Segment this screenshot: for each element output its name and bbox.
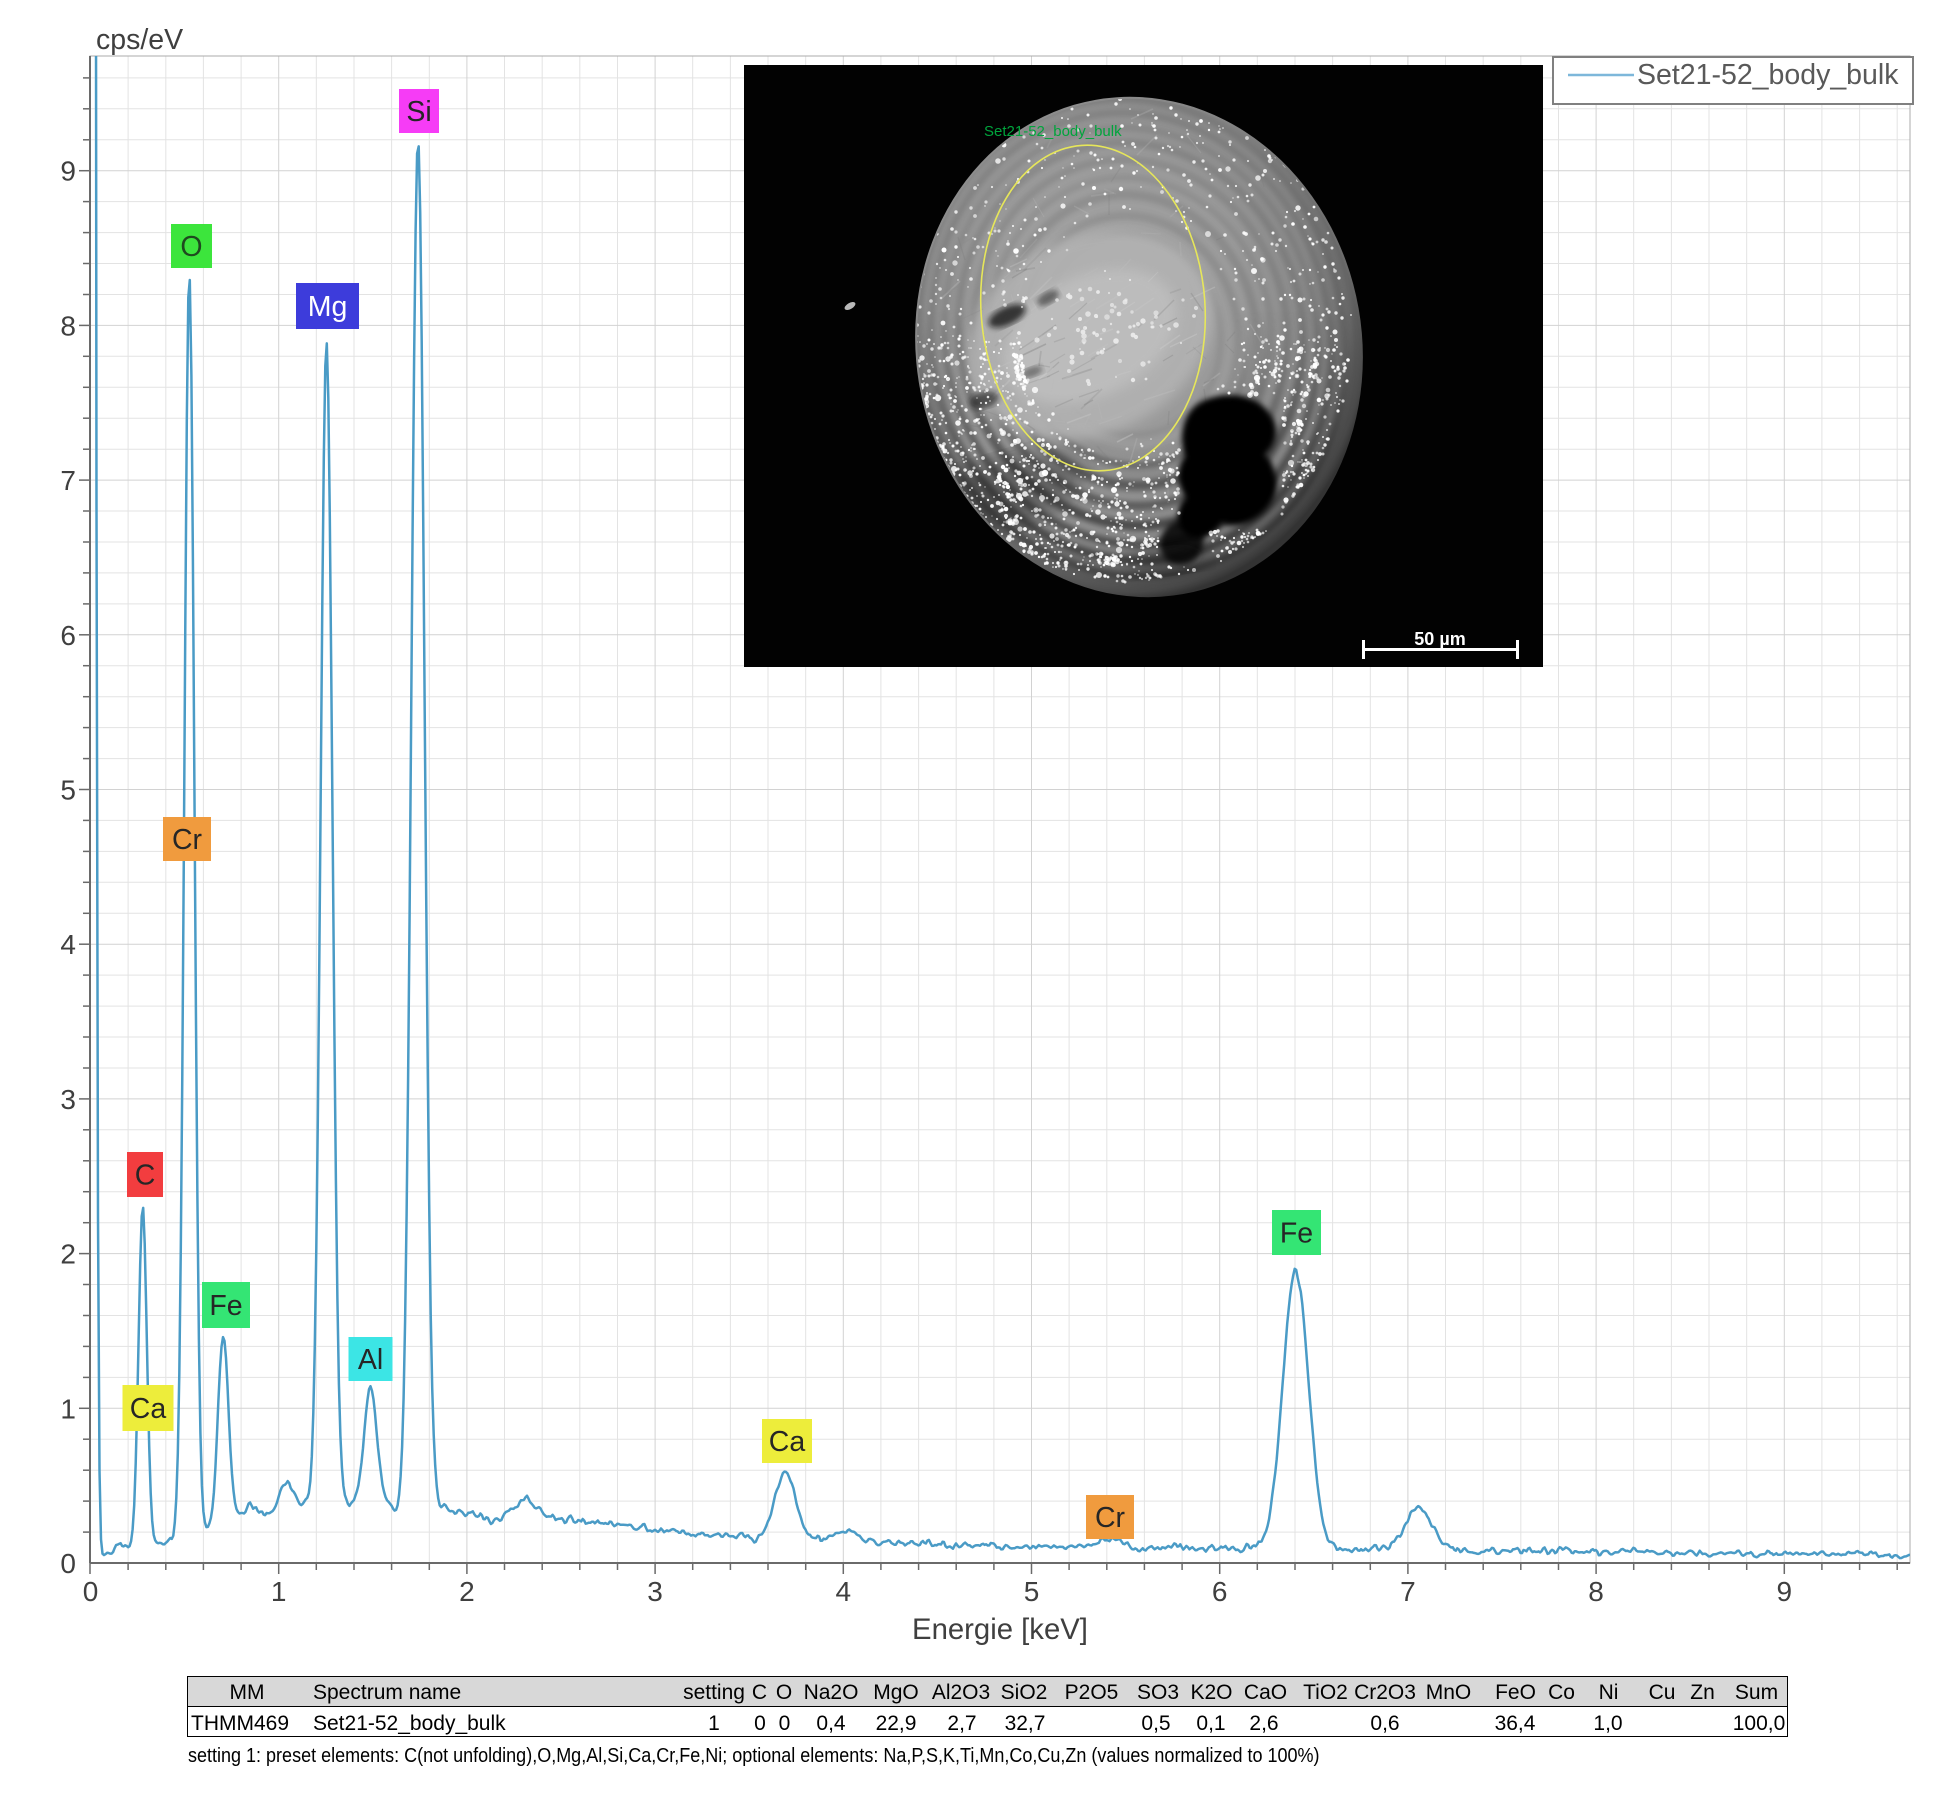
svg-text:Cr: Cr bbox=[172, 824, 203, 856]
svg-text:3: 3 bbox=[647, 1576, 663, 1607]
svg-text:50 µm: 50 µm bbox=[1414, 629, 1465, 649]
svg-text:6: 6 bbox=[1212, 1576, 1228, 1607]
svg-text:1: 1 bbox=[60, 1393, 76, 1424]
svg-text:6: 6 bbox=[60, 620, 76, 651]
svg-text:Ca: Ca bbox=[130, 1393, 167, 1425]
svg-text:Fe: Fe bbox=[1280, 1218, 1313, 1250]
svg-text:Mg: Mg bbox=[308, 291, 348, 323]
svg-text:0: 0 bbox=[83, 1576, 99, 1607]
svg-text:9: 9 bbox=[1777, 1576, 1793, 1607]
svg-text:8: 8 bbox=[1588, 1576, 1604, 1607]
svg-text:Energie [keV]: Energie [keV] bbox=[912, 1613, 1088, 1646]
svg-text:1: 1 bbox=[271, 1576, 287, 1607]
svg-text:8: 8 bbox=[60, 310, 76, 341]
svg-text:Al: Al bbox=[358, 1344, 383, 1376]
svg-text:Si: Si bbox=[406, 96, 431, 128]
svg-text:Ca: Ca bbox=[769, 1426, 806, 1458]
svg-text:5: 5 bbox=[60, 775, 76, 806]
svg-text:Fe: Fe bbox=[209, 1290, 242, 1322]
svg-text:5: 5 bbox=[1024, 1576, 1040, 1607]
svg-text:Set21-52_body_bulk: Set21-52_body_bulk bbox=[984, 123, 1122, 140]
svg-text:7: 7 bbox=[1400, 1576, 1416, 1607]
svg-text:7: 7 bbox=[60, 465, 76, 496]
svg-text:2: 2 bbox=[459, 1576, 475, 1607]
svg-text:4: 4 bbox=[836, 1576, 852, 1607]
svg-text:9: 9 bbox=[60, 156, 76, 187]
svg-text:4: 4 bbox=[60, 929, 76, 960]
svg-text:O: O bbox=[180, 231, 202, 263]
svg-text:cps/eV: cps/eV bbox=[96, 24, 183, 56]
svg-text:C: C bbox=[135, 1160, 156, 1192]
svg-text:Cr: Cr bbox=[1095, 1502, 1126, 1534]
svg-text:3: 3 bbox=[60, 1084, 76, 1115]
svg-text:2: 2 bbox=[60, 1239, 76, 1270]
svg-text:Set21-52_body_bulk: Set21-52_body_bulk bbox=[1637, 59, 1899, 91]
svg-text:0: 0 bbox=[60, 1548, 76, 1579]
